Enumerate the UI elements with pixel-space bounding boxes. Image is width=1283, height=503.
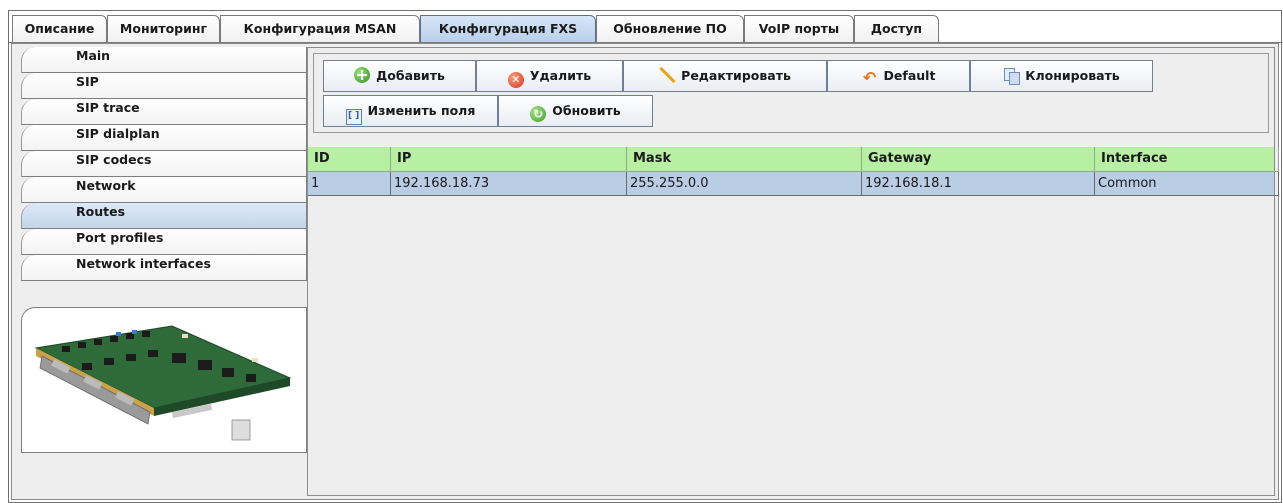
add-icon xyxy=(354,67,371,83)
fxs-board-image xyxy=(34,325,292,441)
routes-table: ID IP Mask Gateway Interface 1 192.168.1… xyxy=(308,147,1279,495)
cell-interface: Common xyxy=(1095,172,1279,196)
sidebar-item-port-profiles[interactable]: Port profiles xyxy=(21,229,307,255)
table-header: ID IP Mask Gateway Interface xyxy=(308,147,1279,172)
sidebar-item-label: Routes xyxy=(76,204,126,219)
sidebar-item-main[interactable]: Main xyxy=(21,47,307,73)
tab-access[interactable]: Доступ xyxy=(854,15,939,42)
sidebar-item-label: Port profiles xyxy=(76,230,164,245)
cell-id: 1 xyxy=(308,172,391,196)
column-header-gateway[interactable]: Gateway xyxy=(862,147,1095,172)
add-button[interactable]: Добавить xyxy=(323,60,476,92)
sidebar-item-label: SIP codecs xyxy=(76,152,152,167)
pencil-icon xyxy=(659,67,675,83)
board-image-panel xyxy=(21,307,307,453)
sidebar-item-label: Main xyxy=(76,48,111,63)
tab-msan-config[interactable]: Конфигурация MSAN xyxy=(220,15,420,42)
sidebar-item-label: Network interfaces xyxy=(76,256,211,271)
sidebar-item-sip-dialplan[interactable]: SIP dialplan xyxy=(21,125,307,151)
clone-button-label: Клонировать xyxy=(1025,68,1120,83)
sidebar-item-label: SIP xyxy=(76,74,99,89)
sidebar-item-sip-trace[interactable]: SIP trace xyxy=(21,99,307,125)
routes-panel: Добавить ✕ Удалить Редактировать ↶ Default… xyxy=(307,47,1279,496)
table-row[interactable]: 1 192.168.18.73 255.255.0.0 192.168.18.1… xyxy=(308,172,1279,196)
column-header-mask[interactable]: Mask xyxy=(627,147,862,172)
sidebar-item-sip[interactable]: SIP xyxy=(21,73,307,99)
main-tab-bar: Описание Мониторинг Конфигурация MSAN Ко… xyxy=(9,11,1281,43)
delete-button-label: Удалить xyxy=(529,68,592,83)
sidebar-item-label: SIP dialplan xyxy=(76,126,160,141)
tab-voip-ports[interactable]: VoIP порты xyxy=(744,15,854,42)
sidebar-item-sip-codecs[interactable]: SIP codecs xyxy=(21,151,307,177)
column-header-id[interactable]: ID xyxy=(308,147,391,172)
cell-gateway: 192.168.18.1 xyxy=(862,172,1095,196)
tab-content: Main SIP SIP trace SIP dialplan SIP code… xyxy=(11,43,1279,500)
sidebar-item-routes[interactable]: Routes xyxy=(21,203,307,229)
tab-fxs-config[interactable]: Конфигурация FXS xyxy=(420,15,596,42)
toolbar: Добавить ✕ Удалить Редактировать ↶ Default… xyxy=(313,53,1269,133)
edit-button[interactable]: Редактировать xyxy=(623,60,827,92)
tab-description[interactable]: Описание xyxy=(12,15,107,42)
add-button-label: Добавить xyxy=(376,68,445,83)
clone-button[interactable]: Клонировать xyxy=(970,60,1153,92)
refresh-icon: ↻ xyxy=(530,106,547,122)
column-header-interface[interactable]: Interface xyxy=(1095,147,1279,172)
sidebar-item-network-interfaces[interactable]: Network interfaces xyxy=(21,255,307,281)
change-fields-button[interactable]: [ ] Изменить поля xyxy=(323,95,498,127)
sidebar-item-network[interactable]: Network xyxy=(21,177,307,203)
delete-icon: ✕ xyxy=(507,72,524,88)
refresh-button[interactable]: ↻ Обновить xyxy=(498,95,653,127)
app-window: Описание Мониторинг Конфигурация MSAN Ко… xyxy=(8,10,1282,503)
clone-icon xyxy=(1003,67,1021,85)
undo-icon: ↶ xyxy=(862,68,877,87)
sidebar-item-label: SIP trace xyxy=(76,100,140,115)
refresh-button-label: Обновить xyxy=(552,103,621,118)
cell-ip: 192.168.18.73 xyxy=(391,172,627,196)
default-button-label: Default xyxy=(883,68,936,83)
sidebar-item-label: Network xyxy=(76,178,136,193)
fields-icon: [ ] xyxy=(345,109,362,125)
column-header-ip[interactable]: IP xyxy=(391,147,627,172)
tab-firmware-update[interactable]: Обновление ПО xyxy=(596,15,744,42)
change-fields-button-label: Изменить поля xyxy=(367,103,476,118)
cell-mask: 255.255.0.0 xyxy=(627,172,862,196)
edit-button-label: Редактировать xyxy=(681,68,791,83)
tab-monitoring[interactable]: Мониторинг xyxy=(107,15,220,42)
delete-button[interactable]: ✕ Удалить xyxy=(476,60,623,92)
default-button[interactable]: ↶ Default xyxy=(827,60,970,92)
